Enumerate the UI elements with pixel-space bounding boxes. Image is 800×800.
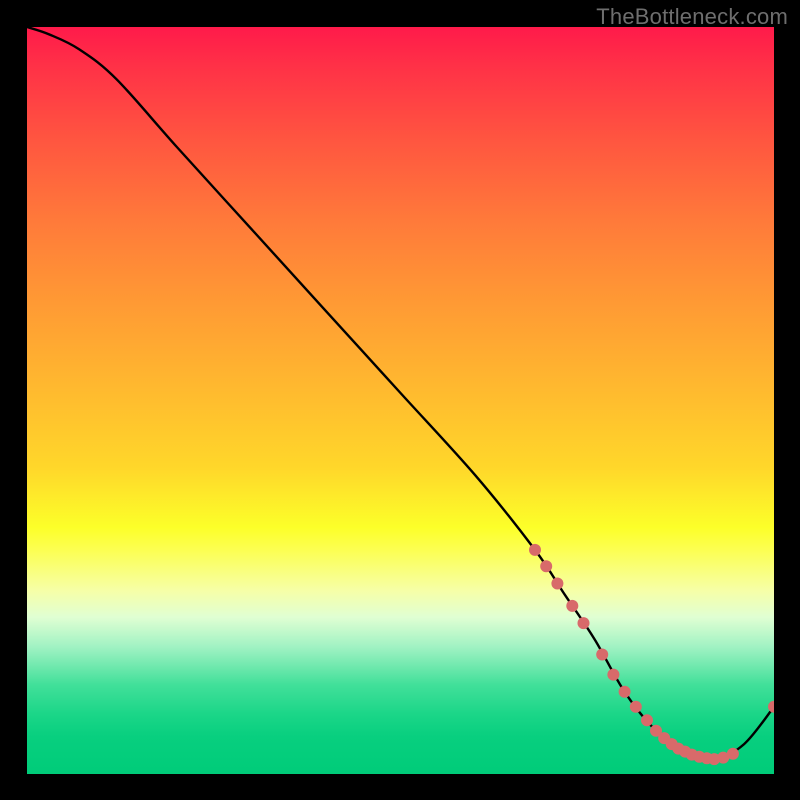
highlight-point [641,714,653,726]
highlight-point [768,701,774,713]
highlight-points [529,544,774,765]
highlight-point [566,600,578,612]
highlight-point [630,701,642,713]
highlight-point [578,617,590,629]
highlight-point [551,578,563,590]
highlight-point [607,669,619,681]
highlight-point [540,560,552,572]
highlight-point [727,748,739,760]
chart-frame: TheBottleneck.com [0,0,800,800]
chart-svg [27,27,774,774]
highlight-point [529,544,541,556]
plot-area [27,27,774,774]
highlight-point [619,686,631,698]
highlight-point [596,649,608,661]
bottleneck-curve [27,27,774,759]
watermark-text: TheBottleneck.com [596,4,788,30]
